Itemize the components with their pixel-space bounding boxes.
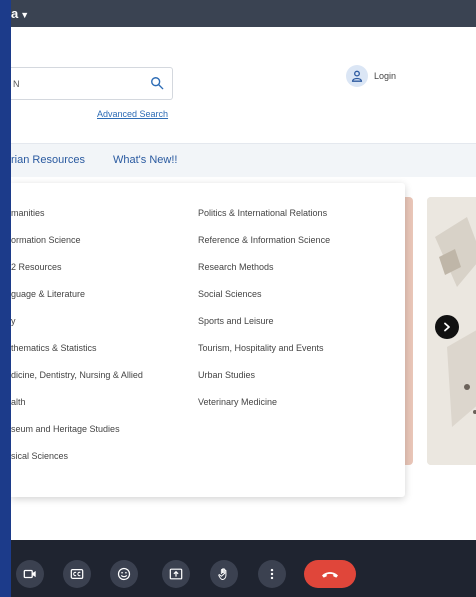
- more-icon: [270, 568, 274, 580]
- meeting-controls-bar: [11, 540, 476, 597]
- subject-menu-item[interactable]: dicine, Dentistry, Nursing & Allied: [11, 369, 143, 396]
- shared-web-page: Advanced Search Login rian Resources Wha…: [11, 27, 476, 540]
- meeting-title-bar: a ▼: [11, 0, 476, 27]
- subject-menu-item[interactable]: Urban Studies: [198, 369, 330, 396]
- subject-menu-item[interactable]: Reference & Information Science: [198, 234, 330, 261]
- more-options-button[interactable]: [258, 560, 286, 588]
- present-icon: [169, 568, 183, 580]
- subject-menu-item[interactable]: 2 Resources: [11, 261, 143, 288]
- captions-button[interactable]: [63, 560, 91, 588]
- subject-menu-item[interactable]: ormation Science: [11, 234, 143, 261]
- subject-menu-item[interactable]: Tourism, Hospitality and Events: [198, 342, 330, 369]
- camera-icon: [23, 569, 36, 579]
- carousel-next-button[interactable]: [435, 315, 459, 339]
- subjects-column-right: Politics & International Relations Refer…: [198, 207, 330, 423]
- nav-whats-new[interactable]: What's New!!: [113, 154, 177, 166]
- subject-menu-item[interactable]: Social Sciences: [198, 288, 330, 315]
- subjects-dropdown-menu: manities ormation Science 2 Resources gu…: [11, 183, 405, 497]
- emoji-icon: [117, 567, 131, 581]
- caret-down-icon[interactable]: ▼: [20, 10, 29, 20]
- captions-icon: [70, 569, 84, 579]
- chevron-right-icon: [444, 322, 450, 332]
- subject-menu-item[interactable]: Politics & International Relations: [198, 207, 330, 234]
- search-input[interactable]: [11, 68, 141, 99]
- user-icon: [346, 65, 368, 87]
- subject-menu-item[interactable]: sical Sciences: [11, 450, 143, 477]
- present-button[interactable]: [162, 560, 190, 588]
- emoji-button[interactable]: [110, 560, 138, 588]
- camera-button[interactable]: [16, 560, 44, 588]
- end-call-icon: [322, 572, 338, 578]
- subject-menu-item[interactable]: alth: [11, 396, 143, 423]
- nav-librarian-resources[interactable]: rian Resources: [11, 154, 85, 166]
- search-box[interactable]: [11, 67, 173, 100]
- login-button[interactable]: Login: [346, 65, 396, 87]
- subject-menu-item[interactable]: Research Methods: [198, 261, 330, 288]
- meeting-title[interactable]: a: [11, 6, 18, 21]
- left-window-strip: [0, 0, 11, 597]
- subject-menu-item[interactable]: Sports and Leisure: [198, 315, 330, 342]
- main-nav: rian Resources What's New!!: [11, 143, 476, 177]
- subjects-column-left: manities ormation Science 2 Resources gu…: [11, 207, 143, 477]
- subject-menu-item[interactable]: guage & Literature: [11, 288, 143, 315]
- raise-hand-button[interactable]: [210, 560, 238, 588]
- subject-menu-item[interactable]: thematics & Statistics: [11, 342, 143, 369]
- advanced-search-link[interactable]: Advanced Search: [97, 109, 168, 119]
- raise-hand-icon: [218, 568, 227, 580]
- subject-menu-item[interactable]: manities: [11, 207, 143, 234]
- subject-menu-item[interactable]: Veterinary Medicine: [198, 396, 330, 423]
- search-icon[interactable]: [150, 76, 164, 90]
- subject-menu-item[interactable]: seum and Heritage Studies: [11, 423, 143, 450]
- end-call-button[interactable]: [304, 560, 356, 588]
- subject-menu-item[interactable]: y: [11, 315, 143, 342]
- login-label: Login: [374, 71, 397, 81]
